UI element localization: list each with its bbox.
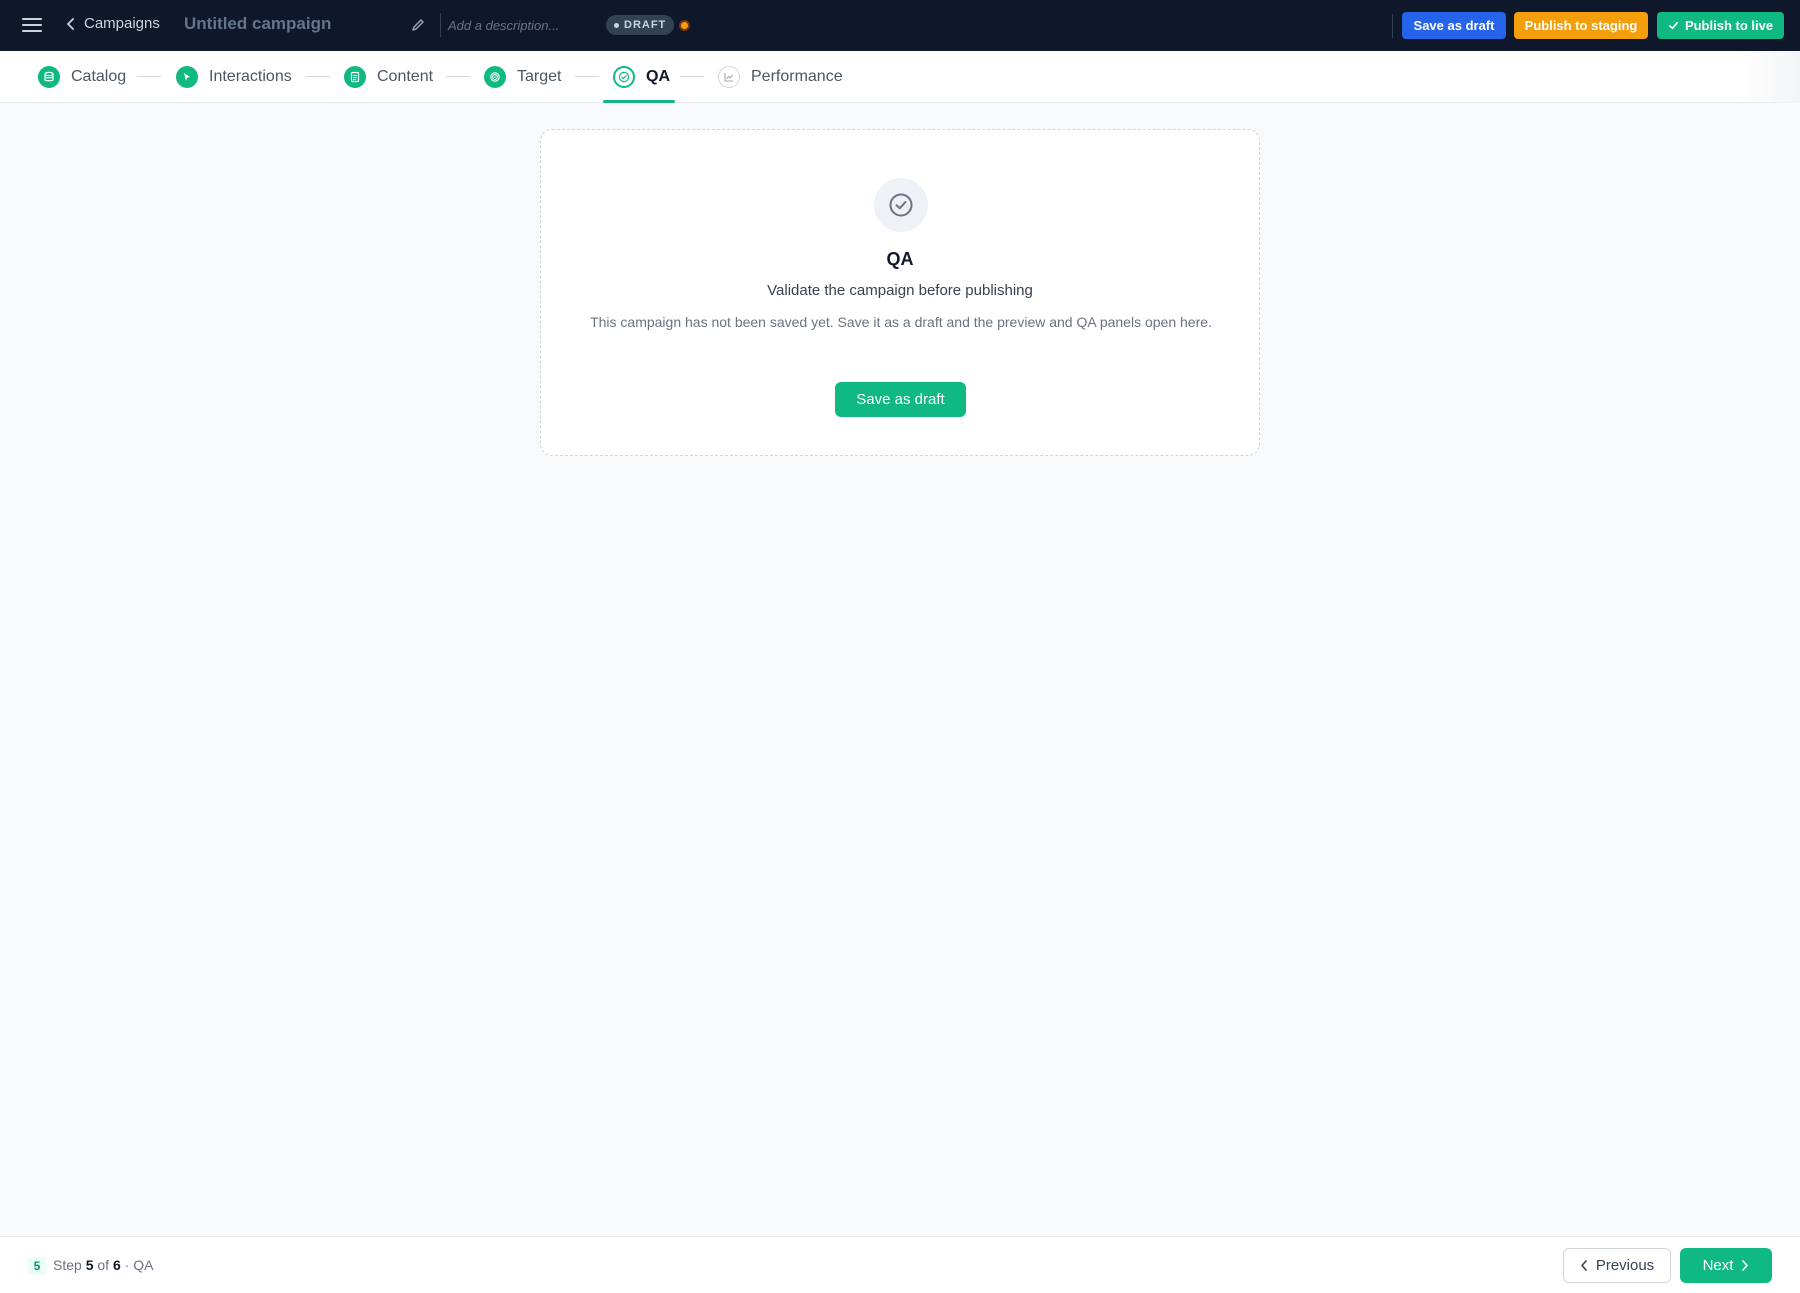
database-icon	[38, 66, 60, 88]
step-number-badge: 5	[28, 1257, 46, 1275]
divider	[440, 13, 441, 37]
step-label: Target	[517, 68, 562, 85]
active-step-indicator	[603, 100, 675, 103]
publish-to-live-label: Publish to live	[1684, 18, 1774, 33]
card-body: This campaign has not been saved yet. Sa…	[590, 314, 1212, 330]
save-as-draft-button[interactable]: Save as draft	[835, 382, 966, 417]
status-badge-label: DRAFT	[624, 19, 667, 31]
check-icon	[1668, 21, 1678, 30]
target-icon	[484, 66, 506, 88]
chevron-right-icon	[1742, 1260, 1749, 1271]
back-to-campaigns-link[interactable]: Campaigns	[66, 15, 160, 32]
pencil-icon[interactable]	[410, 17, 426, 33]
step-connector	[446, 76, 470, 77]
step-label: Catalog	[71, 68, 127, 85]
chevron-left-icon	[1581, 1260, 1587, 1271]
chart-icon	[718, 66, 740, 88]
step-label: Content	[377, 68, 434, 85]
of-word: of	[97, 1257, 110, 1273]
step-connector	[680, 76, 704, 77]
document-icon	[344, 66, 366, 88]
step-connector	[306, 76, 330, 77]
step-interactions[interactable]: Interactions	[176, 63, 292, 91]
divider	[1392, 14, 1393, 38]
status-badge: DRAFT	[606, 15, 675, 35]
step-connector	[137, 76, 161, 77]
save-as-draft-button[interactable]: Save as draft	[1402, 12, 1506, 39]
menu-icon[interactable]	[22, 16, 42, 34]
back-label: Campaigns	[84, 15, 160, 32]
current-step: 5	[85, 1257, 94, 1273]
check-circle-icon	[874, 178, 928, 232]
step-word: Step	[53, 1257, 82, 1273]
chevron-left-icon	[67, 17, 74, 30]
previous-label: Previous	[1595, 1257, 1655, 1274]
step-progress-text: Step 5 of 6 · QA	[53, 1257, 153, 1273]
step-label: Performance	[751, 68, 843, 85]
qa-empty-state-card: QA Validate the campaign before publishi…	[540, 129, 1260, 456]
status-dot-icon	[614, 22, 619, 28]
step-content[interactable]: Content	[344, 63, 433, 91]
unsaved-indicator-icon	[679, 20, 690, 31]
previous-button[interactable]: Previous	[1563, 1248, 1671, 1283]
top-bar: Campaigns Untitled campaign Add a descri…	[0, 0, 1800, 51]
total-steps: 6	[112, 1257, 121, 1273]
check-circle-icon	[613, 66, 635, 88]
step-label: Interactions	[209, 68, 292, 85]
card-title: QA	[886, 249, 914, 269]
next-button[interactable]: Next	[1680, 1248, 1772, 1283]
publish-to-live-button[interactable]: Publish to live	[1657, 12, 1784, 39]
step-name: · QA	[124, 1257, 154, 1273]
stepper: Catalog Interactions Content Target QA P…	[0, 51, 1800, 103]
publish-to-staging-button[interactable]: Publish to staging	[1514, 12, 1648, 39]
step-connector	[575, 76, 599, 77]
footer-bar: 5 Step 5 of 6 · QA Previous Next	[0, 1236, 1800, 1293]
step-qa[interactable]: QA	[613, 63, 670, 91]
cursor-icon	[176, 66, 198, 88]
campaign-title[interactable]: Untitled campaign	[184, 14, 331, 34]
stepper-fade	[1740, 51, 1800, 103]
next-label: Next	[1702, 1257, 1734, 1274]
card-subtitle: Validate the campaign before publishing	[767, 282, 1033, 299]
step-performance[interactable]: Performance	[718, 63, 843, 91]
step-catalog[interactable]: Catalog	[38, 63, 126, 91]
step-target[interactable]: Target	[484, 63, 561, 91]
description-input[interactable]: Add a description...	[448, 18, 559, 33]
step-label: QA	[646, 68, 670, 85]
